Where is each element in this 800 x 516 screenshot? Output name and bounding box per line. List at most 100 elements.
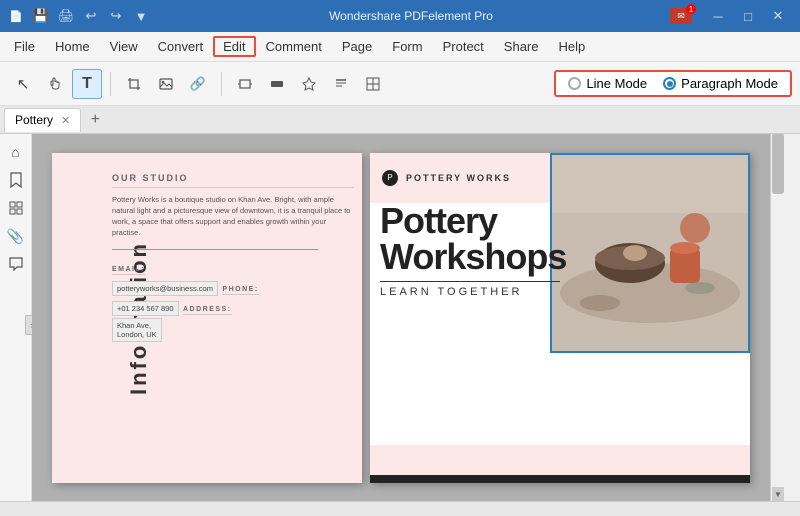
subheading-learn-together: LEARN TOGETHER	[380, 281, 560, 298]
email-value: potteryworks@business.com	[112, 281, 218, 296]
line-mode-label: Line Mode	[586, 76, 647, 91]
pottery-logo-circle: P	[382, 170, 398, 186]
sidebar-item-comment[interactable]	[4, 252, 28, 276]
page-left-content: OUR STUDIO Pottery Works is a boutique s…	[112, 173, 354, 473]
menu-file[interactable]: File	[4, 36, 45, 57]
bates-icon	[366, 77, 380, 91]
toolbar-select-group: ↖ T	[8, 69, 102, 99]
page-right: P POTTERY WORKS	[370, 153, 750, 483]
sidebar-item-attachment[interactable]: 📎	[4, 224, 28, 248]
image-icon	[159, 77, 173, 91]
toolbar-edit-group: 🔗	[119, 69, 213, 99]
tab-close-button[interactable]: ✕	[61, 114, 70, 127]
rect-button[interactable]	[230, 69, 260, 99]
menu-form[interactable]: Form	[382, 36, 432, 57]
photo-svg	[550, 153, 750, 353]
vertical-scrollbar[interactable]: ▲ ▼	[770, 134, 784, 501]
scroll-down-button[interactable]: ▼	[772, 487, 784, 501]
tab-label: Pottery	[15, 113, 53, 127]
menu-home[interactable]: Home	[45, 36, 100, 57]
paragraph-mode-radio[interactable]	[663, 77, 676, 90]
page-left-inner: Information OUR STUDIO Pottery Works is …	[52, 153, 362, 483]
menu-edit[interactable]: Edit	[213, 36, 255, 57]
menubar: File Home View Convert Edit Comment Page…	[0, 32, 800, 62]
statusbar	[0, 501, 800, 516]
toolbar: ↖ T 🔗	[0, 62, 800, 106]
line-mode-option[interactable]: Line Mode	[568, 76, 647, 91]
pottery-photo	[550, 153, 750, 353]
menu-page[interactable]: Page	[332, 36, 382, 57]
maximize-button[interactable]: □	[734, 2, 762, 30]
redact-icon	[270, 77, 284, 91]
scroll-thumb[interactable]	[772, 134, 784, 194]
titlebar: 📄 💾 🖨 ↩ ↪ ▼ Wondershare PDFelement Pro ✉…	[0, 0, 800, 32]
email-label: EMAIL:	[112, 266, 145, 275]
watermark-icon	[302, 77, 316, 91]
line-mode-radio[interactable]	[568, 77, 581, 90]
watermark-button[interactable]	[294, 69, 324, 99]
paragraph-mode-label: Paragraph Mode	[681, 76, 778, 91]
hand-tool-button[interactable]	[40, 69, 70, 99]
undo-icon[interactable]: ↩	[80, 5, 102, 27]
content-divider	[112, 249, 318, 250]
thumbnail-icon	[9, 201, 23, 215]
left-sidebar: ⌂ 📎 ›	[0, 134, 32, 516]
close-button[interactable]: ✕	[764, 2, 792, 30]
main-text-area: Pottery Workshops LEARN TOGETHER	[380, 203, 560, 298]
image-button[interactable]	[151, 69, 181, 99]
redo-icon[interactable]: ↪	[105, 5, 127, 27]
bottom-pink-section	[370, 445, 750, 475]
bates-button[interactable]	[358, 69, 388, 99]
email-notification-icon[interactable]: ✉	[670, 8, 692, 24]
paragraph-mode-option[interactable]: Paragraph Mode	[663, 76, 778, 91]
menu-protect[interactable]: Protect	[433, 36, 494, 57]
crop-icon	[127, 77, 141, 91]
bookmark-icon	[9, 172, 23, 188]
page-left: Information OUR STUDIO Pottery Works is …	[52, 153, 362, 483]
toolbar-markup-group	[230, 69, 388, 99]
window-controls: ─ □ ✕	[704, 2, 792, 30]
select-tool-button[interactable]: ↖	[8, 69, 38, 99]
toolbar-sep2	[221, 72, 222, 96]
studio-heading: OUR STUDIO	[112, 173, 354, 188]
bottom-black-strip	[370, 475, 750, 483]
menu-convert[interactable]: Convert	[148, 36, 214, 57]
phone-label: PHONE:	[222, 286, 258, 295]
header-button[interactable]	[326, 69, 356, 99]
main-heading-line1: Pottery	[380, 203, 560, 239]
menu-view[interactable]: View	[100, 36, 148, 57]
dropdown-arrow-icon[interactable]: ▼	[130, 5, 152, 27]
app-title: Wondershare PDFelement Pro	[152, 9, 670, 23]
save-icon[interactable]: 💾	[30, 5, 52, 27]
edit-text-button[interactable]: T	[72, 69, 102, 99]
main-content: Information OUR STUDIO Pottery Works is …	[32, 134, 784, 501]
sidebar-item-home[interactable]: ⌂	[4, 140, 28, 164]
tab-pottery[interactable]: Pottery ✕	[4, 108, 81, 132]
new-tab-button[interactable]: +	[85, 110, 105, 130]
main-heading-line2: Workshops	[380, 239, 560, 275]
address-label: ADDRESS:	[183, 306, 232, 315]
crop-button[interactable]	[119, 69, 149, 99]
rect-icon	[238, 77, 252, 91]
hand-icon	[48, 77, 62, 91]
address-value: Khan Ave,London, UK	[112, 318, 162, 342]
tab-bar: Pottery ✕ +	[0, 106, 800, 134]
phone-value: +01 234 567 890	[112, 301, 179, 316]
toolbar-sep1	[110, 72, 111, 96]
quick-access-toolbar: 💾 🖨 ↩ ↪ ▼	[30, 5, 152, 27]
link-button[interactable]: 🔗	[183, 69, 213, 99]
titlebar-window-icons: 📄	[8, 8, 24, 24]
pottery-brand-name: POTTERY WORKS	[406, 173, 511, 183]
sidebar-item-bookmark[interactable]	[4, 168, 28, 192]
header-icon	[334, 77, 348, 91]
menu-help[interactable]: Help	[549, 36, 596, 57]
redact-button[interactable]	[262, 69, 292, 99]
document-area: Information OUR STUDIO Pottery Works is …	[32, 134, 770, 501]
sidebar-item-thumbnail[interactable]	[4, 196, 28, 220]
photo-simulation	[550, 153, 750, 353]
print-icon[interactable]: 🖨	[55, 5, 77, 27]
menu-share[interactable]: Share	[494, 36, 549, 57]
mode-selector: Line Mode Paragraph Mode	[554, 70, 792, 97]
minimize-button[interactable]: ─	[704, 2, 732, 30]
menu-comment[interactable]: Comment	[256, 36, 332, 57]
